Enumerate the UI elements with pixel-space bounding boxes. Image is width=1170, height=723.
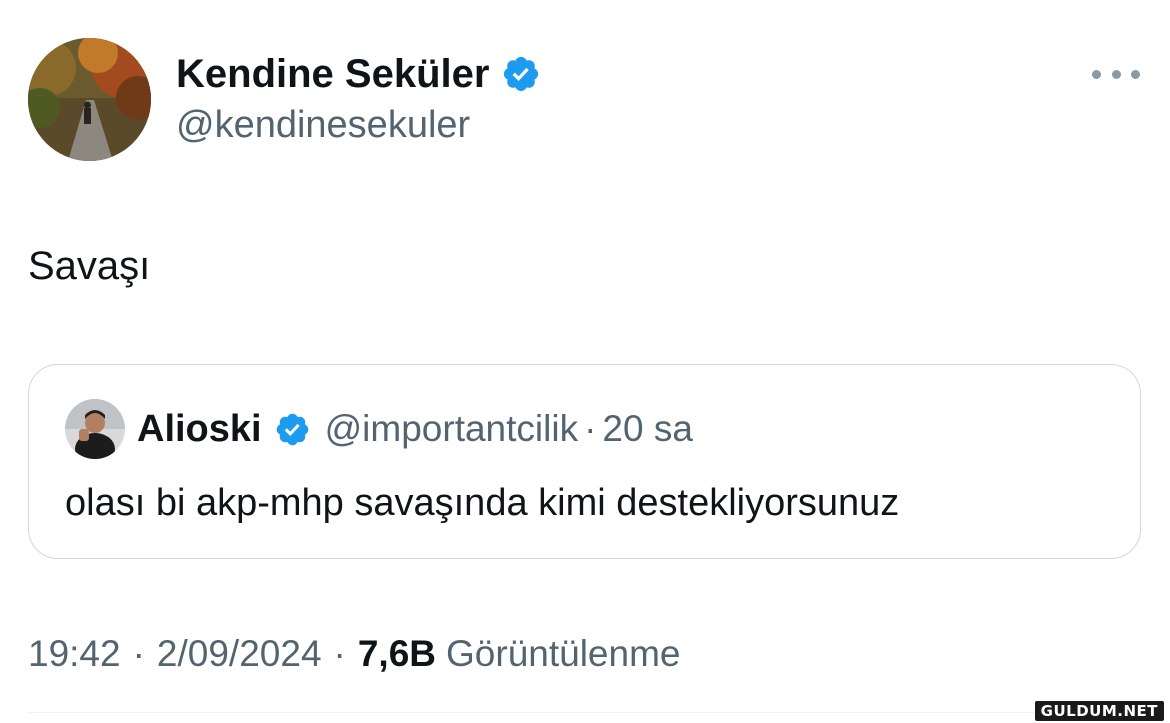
more-horizontal-icon: [1092, 69, 1101, 79]
more-options-button[interactable]: [1092, 62, 1140, 86]
quoted-author-handle[interactable]: @importantcilik: [325, 405, 578, 453]
quoted-tweet-card[interactable]: Alioski @importantcilik · 20 sa olası bi…: [28, 364, 1141, 559]
author-name[interactable]: Kendine Seküler: [176, 48, 541, 100]
tweet-date[interactable]: 2/09/2024: [157, 630, 322, 678]
separator-dot: ·: [132, 633, 145, 674]
more-horizontal-icon: [1111, 69, 1121, 79]
tweet-meta: 19:42 · 2/09/2024 · 7,6B Görüntülenme: [28, 630, 680, 678]
more-horizontal-icon: [1131, 69, 1140, 79]
author-name-text: Kendine Seküler: [176, 52, 490, 96]
quoted-tweet-header: Alioski @importantcilik · 20 sa: [137, 405, 693, 453]
tweet-time[interactable]: 19:42: [28, 630, 121, 678]
separator-dot: ·: [333, 633, 346, 674]
views-label: Görüntülenme: [446, 633, 681, 674]
author-handle[interactable]: @kendinesekuler: [176, 100, 470, 150]
views-count[interactable]: 7,6B: [358, 630, 436, 678]
verified-badge-icon: [501, 54, 541, 94]
divider: [28, 712, 1141, 713]
quoted-author-name[interactable]: Alioski: [137, 405, 262, 453]
verified-badge-icon: [274, 411, 311, 448]
quoted-tweet-text: olası bi akp-mhp savaşında kimi destekli…: [65, 482, 900, 524]
tweet-text: Savaşı: [28, 244, 151, 288]
quoted-tweet-time[interactable]: 20 sa: [602, 405, 693, 453]
watermark: GULDUM.NET: [1034, 701, 1164, 721]
quoted-author-avatar[interactable]: [65, 399, 125, 459]
separator-dot: ·: [584, 408, 597, 449]
author-avatar[interactable]: [28, 38, 151, 161]
